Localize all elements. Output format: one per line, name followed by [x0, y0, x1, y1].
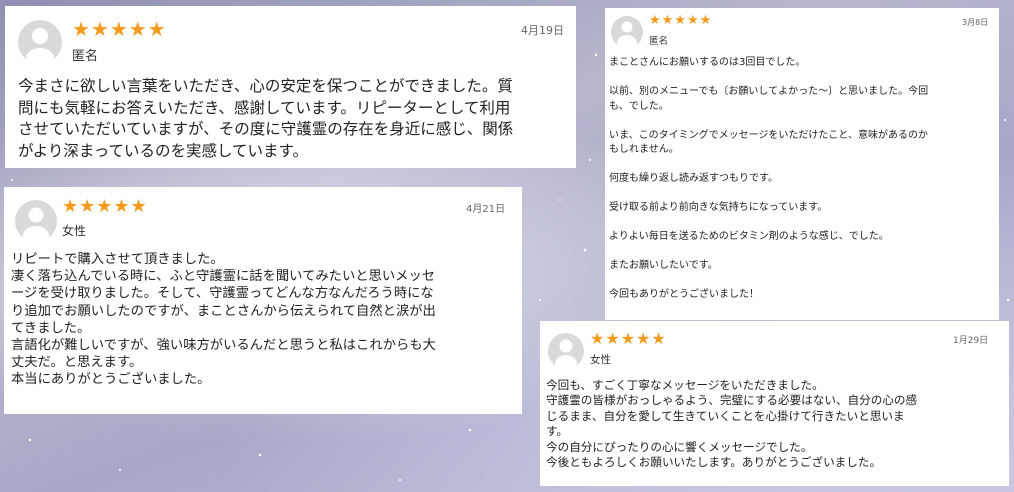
review-date: 1月29日 [953, 336, 989, 346]
person-placeholder-icon [15, 200, 57, 242]
review-body: 今回も、すごく丁寧なメッセージをいただきました。 守護霊の皆様がおっしゃるよう、… [546, 378, 918, 470]
review-paragraph: 今回もありがとうございました！ [609, 289, 759, 300]
review-body: まことさんにお願いするのは3回目でした。 以前、別のメニューでも〔お願いしてよか… [609, 56, 995, 303]
reviewer-name: 匿名 [72, 49, 99, 64]
star-rating: ★★★★★ [649, 13, 713, 28]
person-placeholder-icon [611, 16, 643, 48]
review-card-4: ★★★★★ 女性 1月29日 今回も、すごく丁寧なメッセージをいただきました。 … [540, 321, 1009, 486]
person-placeholder-icon [18, 20, 62, 64]
reviewer-name: 匿名 [649, 36, 669, 47]
review-paragraph: またお願いしたいです。 [609, 260, 718, 271]
review-paragraph: 受け取る前より前向きな気持ちになっています。 [609, 202, 828, 213]
star-rating: ★★★★★ [62, 196, 148, 217]
review-paragraph: 以前、別のメニューでも〔お願いしてよかった〜〕と思いました。今回 も、でした。 [609, 86, 929, 112]
review-paragraph: いま、このタイミングでメッセージをいただけたこと、意味があるのか もしれません。 [609, 129, 928, 156]
review-body: リピートで購入させて頂きました。 凄く落ち込んでいる時に、ふと守護霊に話を聞いて… [11, 252, 436, 388]
review-card-2: ★★★★★ 女性 4月21日 リピートで購入させて頂きました。 凄く落ち込んでい… [4, 187, 522, 414]
review-paragraph: よりよい毎日を送るためのビタミン剤のような感じ、でした。 [609, 231, 889, 242]
review-card-3: ★★★★★ 匿名 3月8日 まことさんにお願いするのは3回目でした。 以前、別の… [605, 8, 999, 320]
review-paragraph: まことさんにお願いするのは3回目でした。 [609, 57, 806, 68]
reviewer-name: 女性 [590, 354, 611, 366]
person-placeholder-icon [548, 333, 584, 369]
review-date: 4月21日 [466, 204, 506, 215]
review-date: 4月19日 [521, 24, 564, 37]
star-rating: ★★★★★ [72, 17, 167, 41]
review-paragraph: 何度も繰り返し読み返すつもりです。 [609, 173, 778, 184]
review-date: 3月8日 [962, 18, 989, 27]
star-rating: ★★★★★ [590, 329, 667, 348]
review-card-1: ★★★★★ 匿名 4月19日 今まさに欲しい言葉をいただき、心の安定を保つことが… [5, 6, 576, 168]
review-body: 今まさに欲しい言葉をいただき、心の安定を保つことができました。質 問にも気軽にお… [18, 77, 514, 160]
reviewer-name: 女性 [62, 224, 87, 238]
